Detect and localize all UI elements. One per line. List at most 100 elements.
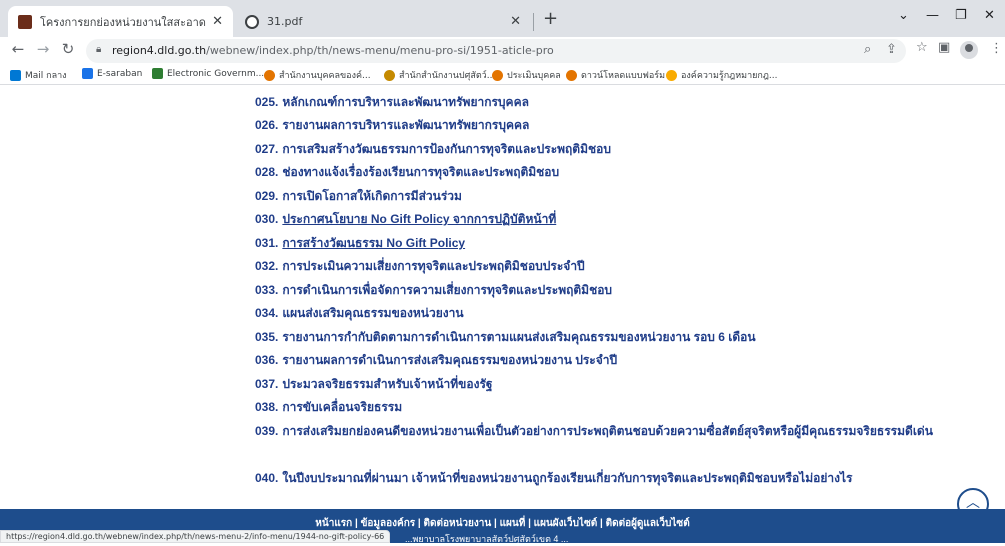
item-text: หลักเกณฑ์การบริหารและพัฒนาทรัพยากรบุคคล: [282, 95, 529, 109]
bookmark-egov[interactable]: Electronic Governm...: [152, 68, 264, 79]
list-item[interactable]: 029. การเปิดโอกาสให้เกิดการมีส่วนร่วม: [255, 188, 945, 205]
bookmark-label: ดาวน์โหลดแบบฟอร์ม: [581, 71, 666, 81]
tab-close-icon[interactable]: ✕: [510, 14, 521, 29]
item-number: 027.: [255, 142, 279, 156]
item-text: การดำเนินการเพื่อจัดการความเสี่ยงการทุจร…: [282, 283, 613, 297]
item-text: ประมวลจริยธรรมสำหรับเจ้าหน้าที่ของรัฐ: [282, 377, 493, 391]
back-button[interactable]: ←: [9, 40, 27, 58]
item-text: การเปิดโอกาสให้เกิดการมีส่วนร่วม: [282, 189, 462, 203]
reload-button[interactable]: ↻: [59, 40, 77, 58]
item-text: รายงานผลการดำเนินการส่งเสริมคุณธรรมของหน…: [282, 353, 618, 367]
bookmark-mail[interactable]: Mail กลาง: [10, 68, 67, 82]
bookmark-esaraban[interactable]: E-saraban: [82, 68, 142, 79]
item-number: 026.: [255, 118, 279, 132]
link-status-url: https://region4.dld.go.th/webnew/index.p…: [0, 530, 391, 543]
minimize-button[interactable]: —: [926, 8, 939, 23]
list-item[interactable]: 040. ในปีงบประมาณที่ผ่านมา เจ้าหน้าที่ของ…: [255, 470, 945, 487]
tab-title: 31.pdf: [267, 15, 303, 28]
page-content: 025. หลักเกณฑ์การบริหารและพัฒนาทรัพยากรบุ…: [0, 86, 1005, 509]
list-item[interactable]: 028. ช่องทางแจ้งเรื่องร้องเรียนการทุจริตแ…: [255, 164, 945, 181]
item-number: 039.: [255, 424, 279, 438]
list-item[interactable]: 033. การดำเนินการเพื่อจัดการความเสี่ยงการ…: [255, 282, 945, 299]
list-item[interactable]: 039. การส่งเสริมยกย่องคนดีของหน่วยงานเพื่…: [255, 423, 945, 440]
address-url[interactable]: region4.dld.go.th/webnew/index.php/th/ne…: [112, 44, 554, 57]
bookmark-label: Mail กลาง: [25, 71, 67, 81]
item-number: 030.: [255, 212, 279, 226]
item-text: การส่งเสริมยกย่องคนดีของหน่วยงานเพื่อเป็…: [282, 424, 933, 438]
item-link-text[interactable]: การสร้างวัฒนธรรม No Gift Policy: [282, 236, 465, 250]
outlook-icon: [10, 69, 21, 81]
bookmark-label: สำนักสำนักงานปศุสัตว์...: [399, 71, 496, 81]
esaraban-icon: [82, 68, 93, 79]
bookmark-label: E-saraban: [97, 68, 143, 79]
list-item[interactable]: 035. รายงานการกำกับติดตามการดำเนินการตามแ…: [255, 329, 945, 346]
chrome-menu-icon[interactable]: ⋮: [990, 41, 1003, 56]
item-number: 029.: [255, 189, 279, 203]
tab-title: โครงการยกย่องหน่วยงานใสสะอาดกระ...: [40, 15, 206, 29]
item-number: 031.: [255, 236, 279, 250]
item-text: แผนส่งเสริมคุณธรรมของหน่วยงาน: [282, 306, 464, 320]
profile-avatar-icon[interactable]: [960, 41, 978, 59]
bookmark-evaluation[interactable]: ประเมินบุคคล: [492, 68, 561, 82]
item-text: การประเมินความเสี่ยงการทุจริตและประพฤติม…: [282, 259, 585, 273]
footer-nav-links[interactable]: หน้าแรก | ข้อมูลองค์กร | ติดต่อหน่วยงาน …: [0, 516, 1005, 531]
site-icon: [384, 69, 395, 81]
tab-close-icon[interactable]: ✕: [212, 14, 223, 29]
bookmark-livestock[interactable]: สำนักสำนักงานปศุสัตว์...: [384, 68, 495, 82]
tab-search-dropdown-icon[interactable]: ⌄: [898, 8, 909, 23]
item-text: ในปีงบประมาณที่ผ่านมา เจ้าหน้าที่ของหน่ว…: [282, 471, 853, 485]
tab-pdf[interactable]: 31.pdf ✕: [235, 6, 531, 37]
site-favicon-icon: [18, 14, 32, 29]
bookmark-label: องค์ความรู้กฎหมายกฎ...: [681, 71, 778, 81]
bookmark-law[interactable]: องค์ความรู้กฎหมายกฎ...: [666, 68, 777, 82]
egov-icon: [152, 68, 163, 79]
list-item[interactable]: 036. รายงานผลการดำเนินการส่งเสริมคุณธรรมข…: [255, 352, 945, 369]
bookmark-label: Electronic Governm...: [167, 68, 265, 79]
item-link-text[interactable]: ประกาศนโยบาย No Gift Policy จากการปฏิบัต…: [282, 212, 556, 226]
restore-button[interactable]: ❐: [955, 8, 967, 23]
item-number: 033.: [255, 283, 279, 297]
bookmark-star-icon[interactable]: ☆: [916, 40, 928, 55]
bookmark-download[interactable]: ดาวน์โหลดแบบฟอร์ม: [566, 68, 665, 82]
footer-subtext: ...พยาบาลโรงพยาบาลสัตว์ปศุสัตว์เขต 4 ...: [405, 534, 569, 544]
list-item[interactable]: 038. การขับเคลื่อนจริยธรรม: [255, 399, 945, 416]
list-item-link[interactable]: 031. การสร้างวัฒนธรรม No Gift Policy: [255, 235, 945, 252]
tab-main[interactable]: โครงการยกย่องหน่วยงานใสสะอาดกระ... ✕: [8, 6, 233, 37]
globe-icon: [245, 14, 259, 29]
bookmark-label: สำนักงานบุคคลของค์...: [279, 71, 371, 81]
list-item[interactable]: 027. การเสริมสร้างวัฒนธรรมการป้องกันการทุ…: [255, 141, 945, 158]
lock-icon[interactable]: 🔒︎: [96, 44, 101, 55]
list-item-link[interactable]: 030. ประกาศนโยบาย No Gift Policy จากการปฏ…: [255, 211, 945, 228]
item-number: 025.: [255, 95, 279, 109]
new-tab-button[interactable]: +: [543, 10, 558, 28]
item-text: การขับเคลื่อนจริยธรรม: [282, 400, 403, 414]
site-icon: [264, 69, 275, 81]
list-item[interactable]: 025. หลักเกณฑ์การบริหารและพัฒนาทรัพยากรบุ…: [255, 94, 945, 111]
share-icon[interactable]: ⇪: [886, 42, 897, 57]
item-number: 037.: [255, 377, 279, 391]
item-number: 034.: [255, 306, 279, 320]
bookmarks-bar: Mail กลาง E-saraban Electronic Governm..…: [0, 65, 1005, 85]
bookmark-personnel[interactable]: สำนักงานบุคคลของค์...: [264, 68, 371, 82]
item-text: ช่องทางแจ้งเรื่องร้องเรียนการทุจริตและปร…: [282, 165, 560, 179]
side-panel-icon[interactable]: ▣: [938, 40, 950, 55]
site-icon: [492, 69, 503, 81]
url-host: region4.dld.go.th: [112, 44, 207, 57]
address-bar[interactable]: 🔒︎ region4.dld.go.th/webnew/index.php/th…: [86, 39, 906, 63]
forward-button[interactable]: →: [34, 40, 52, 58]
list-item[interactable]: 032. การประเมินความเสี่ยงการทุจริตและประพ…: [255, 258, 945, 275]
bookmark-label: ประเมินบุคคล: [507, 71, 561, 81]
item-text: การเสริมสร้างวัฒนธรรมการป้องกันการทุจริต…: [282, 142, 611, 156]
item-number: 038.: [255, 400, 279, 414]
item-number: 028.: [255, 165, 279, 179]
item-text: รายงานการกำกับติดตามการดำเนินการตามแผนส่…: [282, 330, 756, 344]
list-item[interactable]: 034. แผนส่งเสริมคุณธรรมของหน่วยงาน: [255, 305, 945, 322]
browser-toolbar: ← → ↻ 🔒︎ region4.dld.go.th/webnew/index.…: [0, 37, 1005, 65]
list-item[interactable]: 026. รายงานผลการบริหารและพัฒนาทรัพยากรบุค…: [255, 117, 945, 134]
list-item[interactable]: 037. ประมวลจริยธรรมสำหรับเจ้าหน้าที่ของรั…: [255, 376, 945, 393]
zoom-icon[interactable]: ⌕: [864, 42, 871, 57]
browser-tab-strip: โครงการยกย่องหน่วยงานใสสะอาดกระ... ✕ 31.…: [0, 0, 1005, 37]
close-window-button[interactable]: ✕: [984, 8, 995, 23]
url-path: /webnew/index.php/th/news-menu/menu-pro-…: [206, 44, 554, 57]
site-icon: [566, 69, 577, 81]
